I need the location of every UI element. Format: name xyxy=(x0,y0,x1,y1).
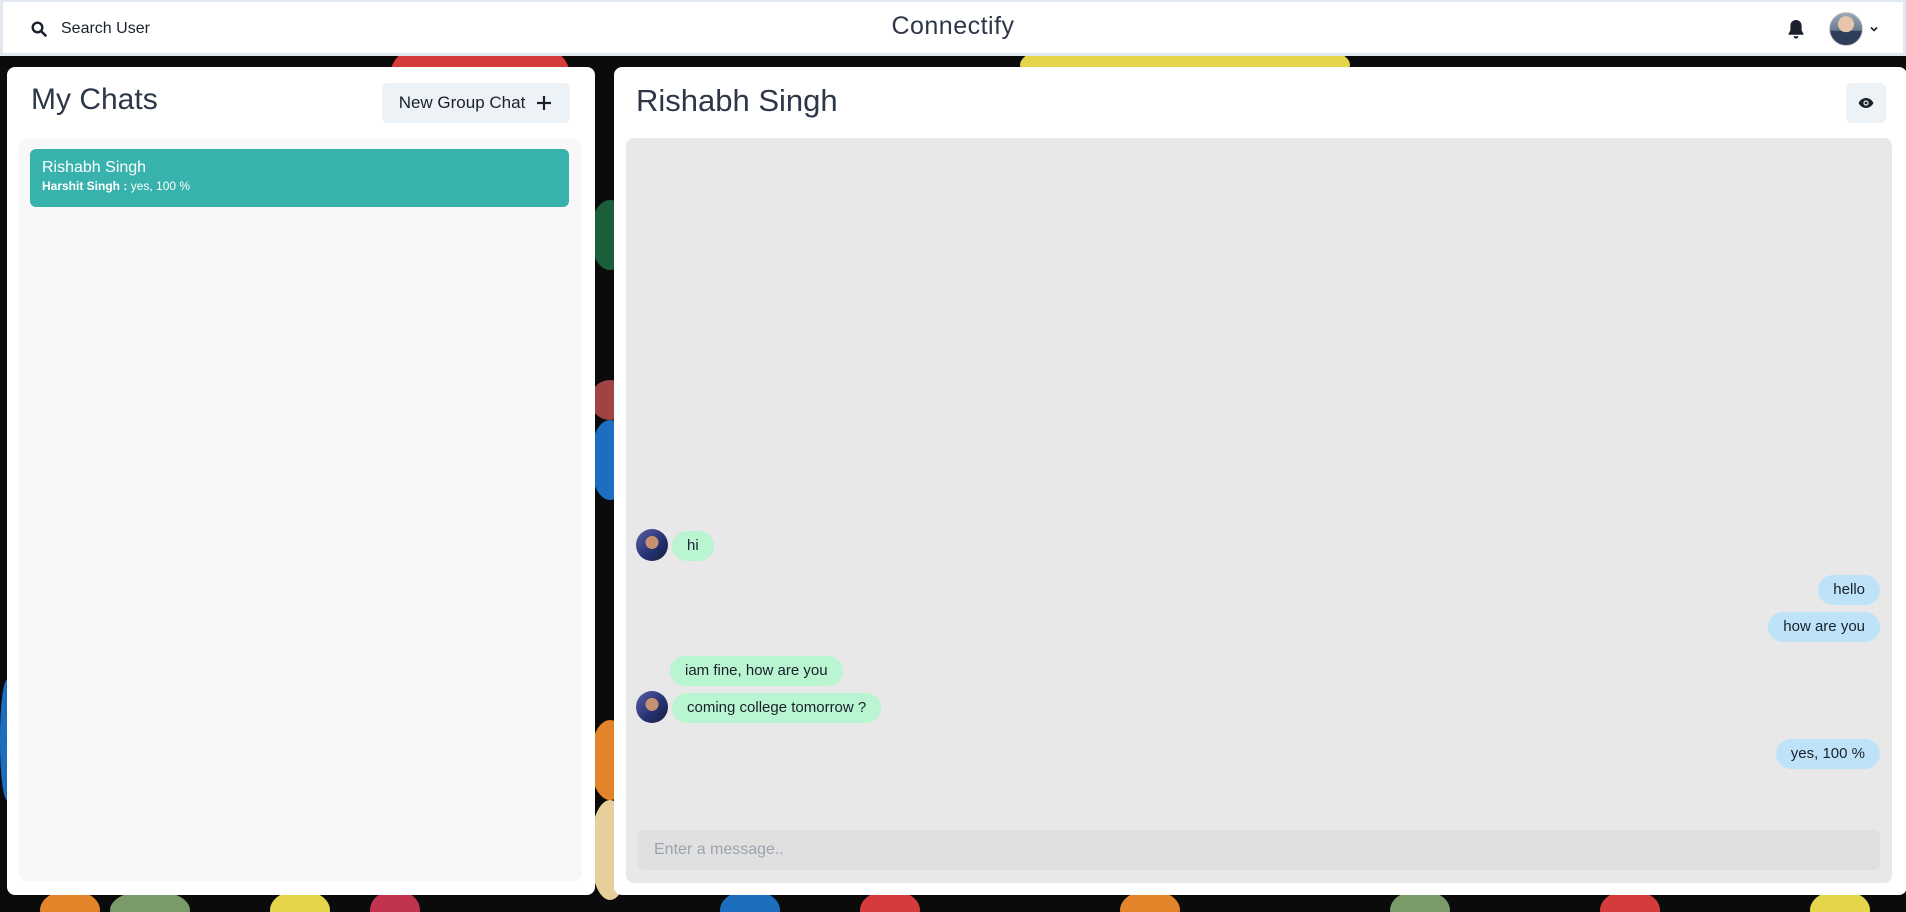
view-profile-button[interactable] xyxy=(1846,83,1886,123)
messages-area: hi hello how are you iam fine, how are y… xyxy=(626,138,1892,883)
message-input[interactable] xyxy=(638,830,1880,870)
message-bubble-incoming: iam fine, how are you xyxy=(670,656,843,686)
chat-title: Rishabh Singh xyxy=(636,83,838,118)
sender-avatar xyxy=(636,529,668,561)
search-icon xyxy=(31,21,47,37)
profile-menu-button[interactable] xyxy=(1829,10,1879,48)
latest-text: yes, 100 % xyxy=(130,179,191,193)
new-group-chat-label: New Group Chat xyxy=(398,93,526,112)
message-bubble-incoming: coming college tomorrow ? xyxy=(672,693,882,723)
avatar xyxy=(1829,12,1863,46)
chat-list: Rishabh Singh Harshit Singh : yes, 100 % xyxy=(19,139,582,881)
message-bubble-incoming: hi xyxy=(672,531,714,561)
sender-avatar xyxy=(636,691,668,723)
search-user-label: Search User xyxy=(61,20,150,37)
message-bubble-outgoing: yes, 100 % xyxy=(1775,739,1880,769)
chat-latest-message: Harshit Singh : yes, 100 % xyxy=(42,179,557,193)
message-bubble-outgoing: hello xyxy=(1818,575,1880,605)
chat-panel: Rishabh Singh hi hello how are you iam f… xyxy=(614,67,1906,895)
latest-sender: Harshit Singh : xyxy=(42,179,128,193)
my-chats-panel: My Chats New Group Chat Rishabh Singh Ha… xyxy=(7,67,595,895)
chat-name: Rishabh Singh xyxy=(42,159,147,176)
chat-list-item[interactable]: Rishabh Singh Harshit Singh : yes, 100 % xyxy=(30,149,569,207)
top-navbar: Search User Connectify xyxy=(0,0,1906,56)
app-title: Connectify xyxy=(891,12,1015,40)
bell-icon[interactable] xyxy=(1785,18,1807,40)
plus-icon xyxy=(537,96,552,110)
message-bubble-outgoing: how are you xyxy=(1768,612,1880,642)
search-user-button[interactable]: Search User xyxy=(21,12,160,46)
my-chats-title: My Chats xyxy=(31,83,158,116)
new-group-chat-button[interactable]: New Group Chat xyxy=(382,83,570,123)
chevron-down-icon xyxy=(1870,26,1878,32)
eye-icon xyxy=(1858,98,1874,108)
